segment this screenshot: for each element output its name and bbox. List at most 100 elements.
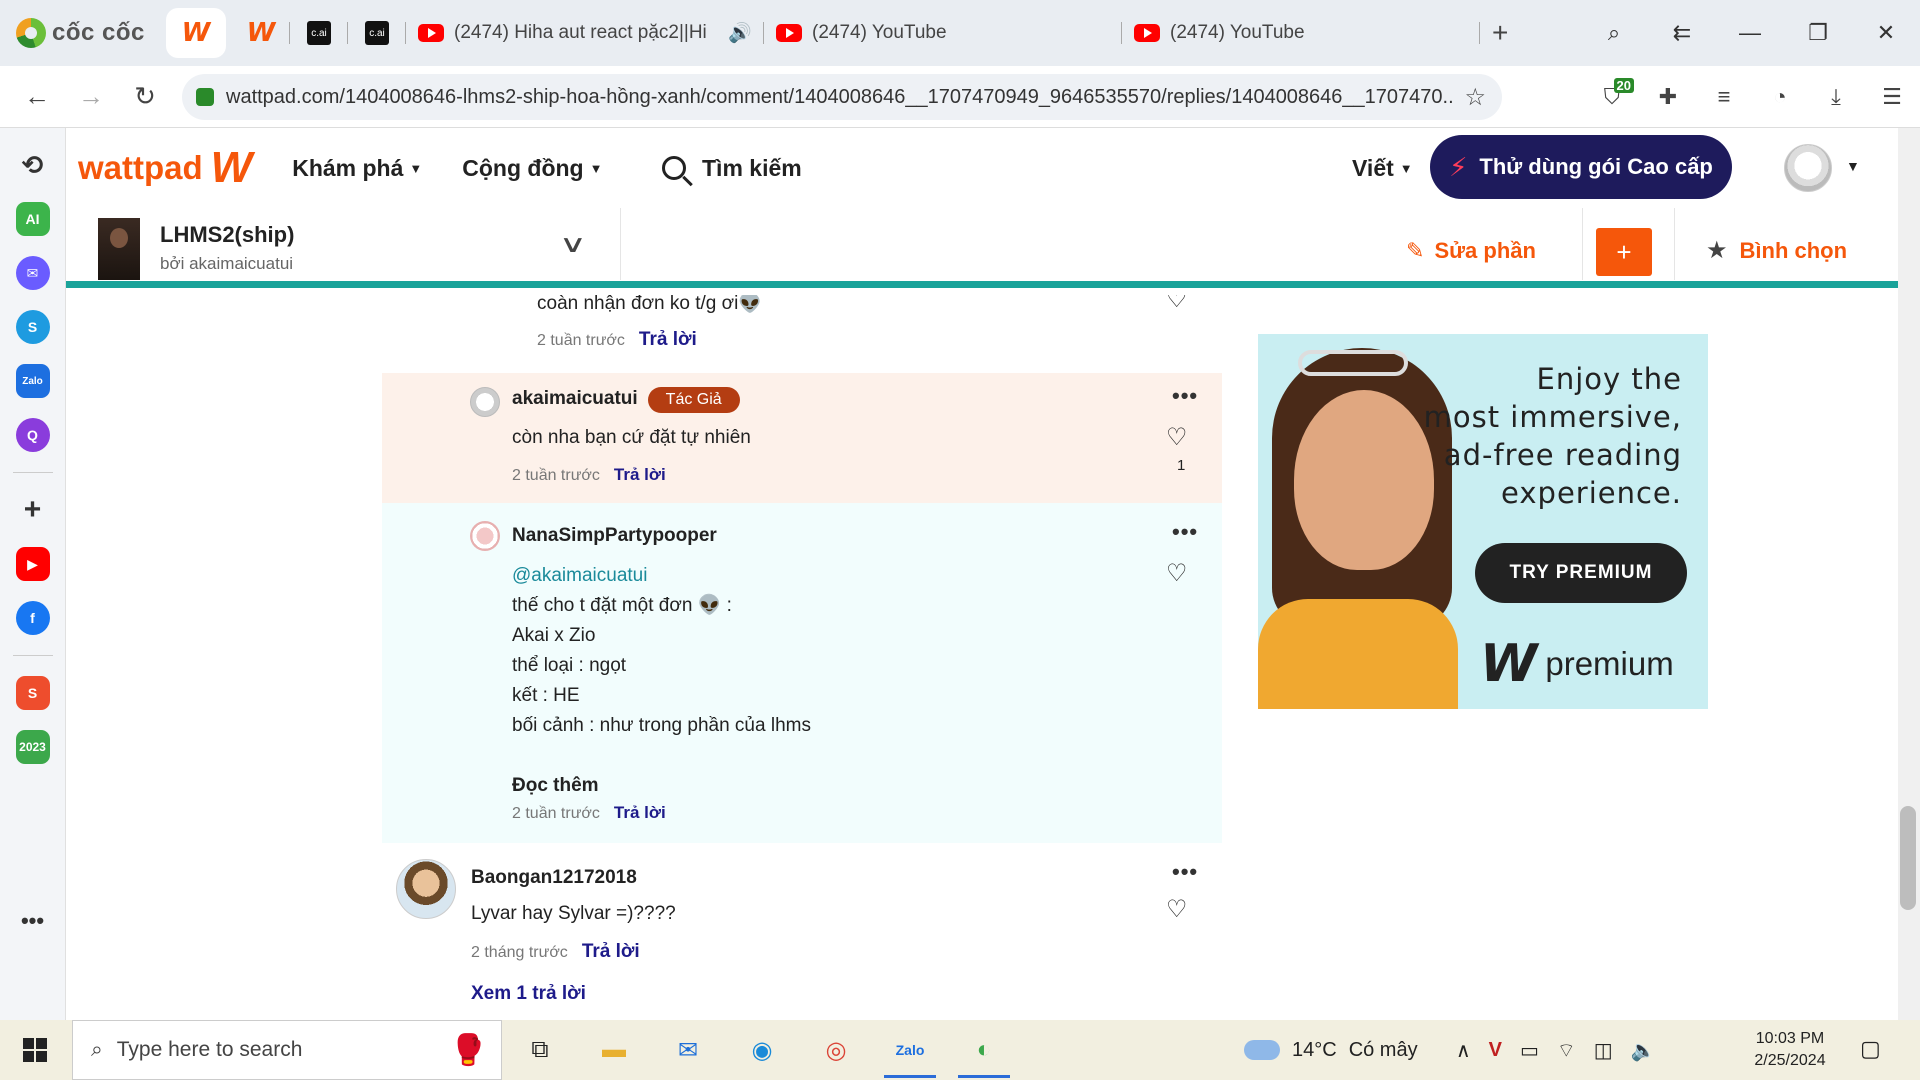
- coccoc-icon[interactable]: ◐: [958, 1030, 1010, 1078]
- heart-icon[interactable]: ♡: [1166, 295, 1188, 314]
- extensions-puzzle-icon[interactable]: ✚: [1640, 84, 1696, 110]
- weather-widget[interactable]: 14°C Có mây: [1244, 1020, 1418, 1080]
- comment-author-name[interactable]: akaimaicuatui: [512, 388, 638, 409]
- explore-menu[interactable]: Khám phá ▼: [292, 155, 422, 182]
- chrome-icon[interactable]: ◎: [816, 1030, 856, 1070]
- restore-button[interactable]: ❐: [1784, 20, 1852, 46]
- tab-cai-2[interactable]: c.ai: [348, 8, 406, 58]
- shopee-icon[interactable]: S: [15, 676, 50, 710]
- zalo-icon[interactable]: Zalo: [15, 364, 50, 398]
- cai-icon: c.ai: [307, 21, 331, 45]
- reply-link[interactable]: Trả lời: [614, 465, 666, 485]
- camera-icon[interactable]: ◫: [1594, 1038, 1613, 1063]
- url-text[interactable]: wattpad.com/1404008646-lhms2-ship-hoa-hồ…: [226, 86, 1452, 109]
- shield-extension-icon[interactable]: ⛉ 20: [1584, 78, 1640, 110]
- menu-icon[interactable]: ☰: [1864, 84, 1920, 110]
- forward-button[interactable]: →: [64, 81, 118, 112]
- add-to-list-button[interactable]: +: [1596, 228, 1652, 276]
- view-replies-link[interactable]: Xem 1 trả lời: [471, 983, 586, 1005]
- taskbar-search[interactable]: ⌕ Type here to search 🥊: [72, 1020, 502, 1080]
- zalo-icon[interactable]: Zalo: [884, 1030, 936, 1078]
- comment-author-name[interactable]: Baongan12172018: [471, 867, 637, 889]
- read-more-link[interactable]: Đọc thêm: [512, 771, 1112, 801]
- minimize-button[interactable]: —: [1716, 20, 1784, 46]
- profile-avatar[interactable]: ◔: [1752, 84, 1808, 110]
- new-tab-button[interactable]: +: [1480, 8, 1520, 58]
- tab-cai-1[interactable]: c.ai: [290, 8, 348, 58]
- story-title[interactable]: LHMS2(ship): [160, 222, 294, 248]
- battery-icon[interactable]: ▭: [1520, 1038, 1539, 1063]
- coccoc-logo[interactable]: cốc cốc: [0, 0, 160, 66]
- reply-link[interactable]: Trả lời: [582, 941, 640, 963]
- skype-icon[interactable]: S: [15, 310, 50, 344]
- tab-list-icon[interactable]: ⇇: [1648, 20, 1716, 46]
- mention-link[interactable]: @akaimaicuatui: [512, 561, 1112, 591]
- wifi-icon[interactable]: ⌔: [1557, 1038, 1576, 1063]
- notification-icon[interactable]: ▢: [1860, 1036, 1881, 1062]
- chevron-down-icon[interactable]: ∨: [559, 230, 587, 259]
- back-button[interactable]: ←: [10, 81, 64, 112]
- avatar[interactable]: [396, 859, 456, 919]
- edge-icon[interactable]: ◉: [742, 1030, 782, 1070]
- start-button[interactable]: [0, 1020, 70, 1080]
- chevron-up-icon[interactable]: ∧: [1456, 1038, 1471, 1063]
- facebook-icon[interactable]: f: [15, 601, 50, 635]
- wattpad-logo[interactable]: wattpad W: [66, 143, 252, 193]
- tab-youtube-2[interactable]: (2474) YouTube: [764, 8, 1122, 58]
- more-icon[interactable]: •••: [16, 904, 50, 938]
- write-menu[interactable]: Viết ▼: [1352, 128, 1413, 208]
- add-icon[interactable]: +: [16, 493, 50, 527]
- tab-youtube-1[interactable]: (2474) Hiha aut react pặc2||Hi 🔊: [406, 8, 764, 58]
- more-options-icon[interactable]: •••: [1172, 859, 1198, 885]
- search-q-icon[interactable]: Q: [15, 418, 50, 452]
- tab-title: (2474) Hiha aut react pặc2||Hi: [454, 22, 707, 43]
- heart-icon[interactable]: ♡: [1166, 895, 1188, 924]
- reload-button[interactable]: ↻: [118, 81, 172, 112]
- address-bar[interactable]: wattpad.com/1404008646-lhms2-ship-hoa-hồ…: [182, 74, 1502, 120]
- search-button[interactable]: Tìm kiếm: [662, 128, 802, 208]
- history-icon[interactable]: ⟲: [16, 148, 50, 182]
- calendar-2023-icon[interactable]: 2023: [15, 730, 50, 764]
- avatar[interactable]: [470, 387, 500, 417]
- scrollbar-thumb[interactable]: [1900, 806, 1916, 910]
- more-options-icon[interactable]: •••: [1172, 519, 1198, 545]
- reply-link[interactable]: Trả lời: [614, 803, 666, 823]
- more-options-icon[interactable]: •••: [1172, 383, 1198, 409]
- caret-down-icon[interactable]: ▼: [1846, 158, 1860, 174]
- try-premium-button[interactable]: ⚡ Thử dùng gói Cao cấp: [1430, 135, 1732, 199]
- premium-ad[interactable]: Enjoy the most immersive, ad-free readin…: [1258, 334, 1708, 709]
- comment-line: kết : HE: [512, 685, 580, 706]
- messenger-icon[interactable]: ✉: [15, 256, 50, 290]
- ad-try-premium-button[interactable]: TRY PREMIUM: [1475, 543, 1687, 603]
- volume-icon[interactable]: 🔈: [1631, 1038, 1656, 1063]
- youtube-icon[interactable]: ▶: [15, 547, 50, 581]
- download-icon[interactable]: ⤓: [1808, 84, 1864, 110]
- site-secure-icon[interactable]: [196, 88, 214, 106]
- v-app-icon[interactable]: V: [1489, 1039, 1502, 1062]
- close-button[interactable]: ✕: [1852, 20, 1920, 46]
- speaker-icon[interactable]: 🔊: [728, 21, 752, 45]
- tab-wattpad-active[interactable]: W: [166, 8, 226, 58]
- tab-youtube-3[interactable]: (2474) YouTube: [1122, 8, 1480, 58]
- file-explorer-icon[interactable]: ▬: [594, 1030, 634, 1070]
- heart-icon[interactable]: ♡: [1166, 559, 1188, 588]
- reply-link[interactable]: Trả lời: [639, 329, 697, 351]
- community-menu[interactable]: Cộng đồng ▼: [462, 155, 602, 182]
- heart-icon[interactable]: ♡: [1166, 423, 1188, 452]
- ai-icon[interactable]: AI: [15, 202, 50, 236]
- comment-meta: 2 tuần trước Trả lời: [512, 465, 666, 485]
- bookmark-star-icon[interactable]: ☆: [1464, 83, 1502, 112]
- mail-icon[interactable]: ✉: [668, 1030, 708, 1070]
- task-view-icon[interactable]: ⧉: [520, 1030, 560, 1070]
- tab-search-icon[interactable]: ⌕: [1580, 20, 1648, 46]
- comment-author-name[interactable]: NanaSimpPartypooper: [512, 525, 717, 547]
- user-avatar[interactable]: [1784, 144, 1832, 192]
- edit-part-button[interactable]: ✎ Sửa phần: [1406, 238, 1536, 264]
- clock[interactable]: 10:03 PM 2/25/2024: [1740, 1028, 1840, 1072]
- story-cover[interactable]: [98, 218, 140, 280]
- avatar[interactable]: [470, 521, 500, 551]
- wattpad-header: wattpad W Khám phá ▼ Cộng đồng ▼ Tìm kiếm …: [66, 128, 1898, 208]
- vote-button[interactable]: ★ Bình chọn: [1706, 236, 1847, 265]
- playlist-icon[interactable]: ≡: [1696, 84, 1752, 110]
- tab-wattpad[interactable]: W: [232, 8, 290, 58]
